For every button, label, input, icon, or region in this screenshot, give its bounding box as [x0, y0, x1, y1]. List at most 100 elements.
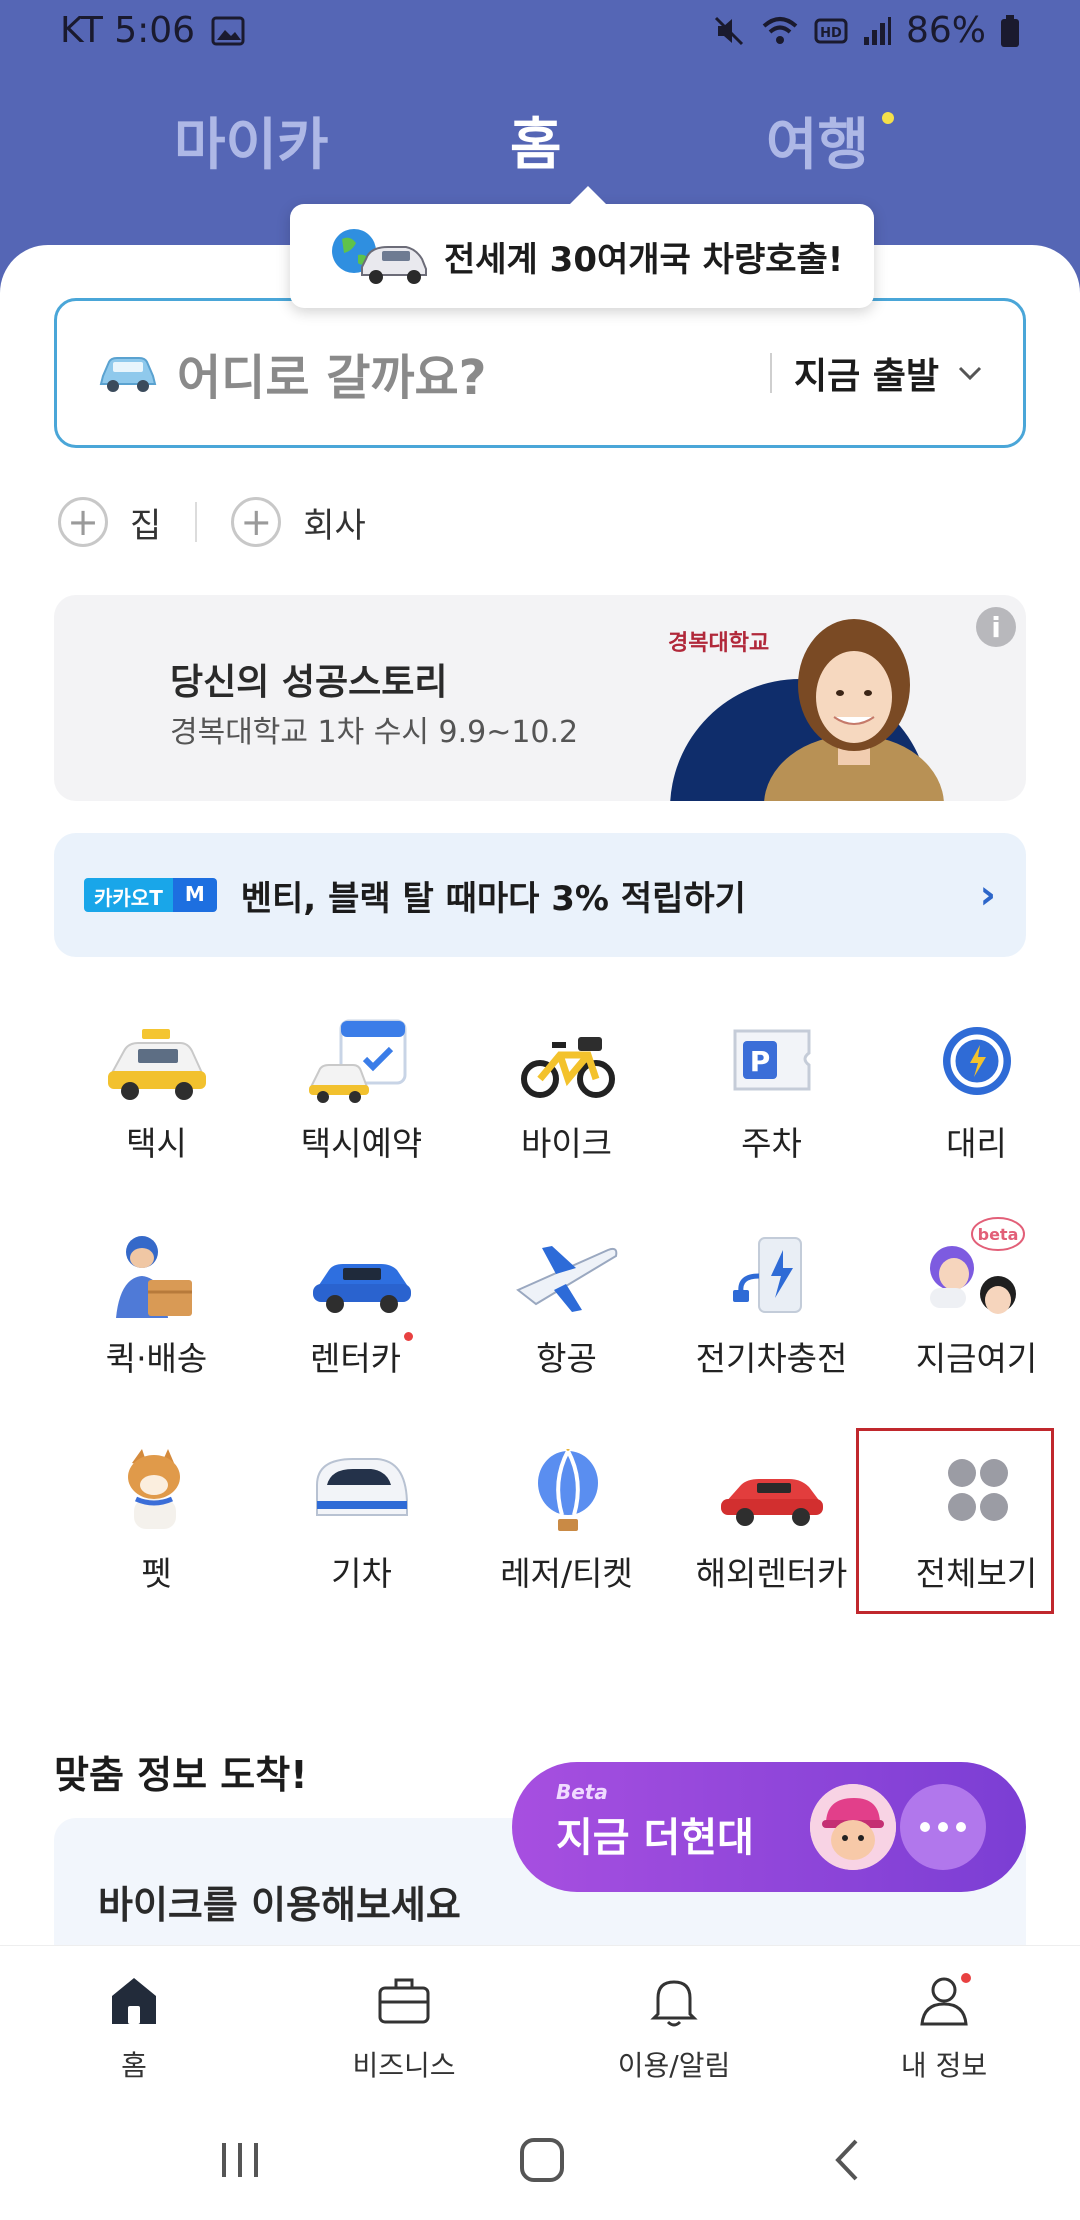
- service-taxi[interactable]: 택시: [54, 995, 259, 1195]
- global-ride-tooltip[interactable]: 전세계 30여개국 차량호출!: [290, 186, 874, 308]
- promo-text: 벤티, 블랙 탈 때마다 3% 적립하기: [240, 878, 746, 919]
- svg-text:P: P: [749, 1045, 770, 1078]
- fab-text: 지금 더현대: [556, 1815, 754, 1861]
- new-dot: [404, 1332, 414, 1341]
- battery-icon: [1001, 14, 1019, 47]
- ad-banner[interactable]: 당신의 성공스토리 경복대학교 1차 수시 9.9~10.2 경복대학교 i: [54, 595, 1026, 801]
- add-work-button[interactable]: + 회사: [231, 497, 366, 547]
- signal-icon: [863, 16, 891, 45]
- system-navigation: [0, 2095, 1080, 2220]
- taxi-reservation-icon: [308, 1019, 406, 1103]
- service-label: 기차: [331, 1554, 392, 1593]
- quick-places: + 집 + 회사: [58, 497, 366, 547]
- service-label: 레저/티켓: [500, 1554, 633, 1593]
- view-all-highlight: [856, 1428, 1054, 1614]
- service-label: 주차: [741, 1124, 802, 1163]
- back-icon[interactable]: [818, 2135, 878, 2185]
- service-delivery[interactable]: 퀵·배송: [54, 1210, 259, 1410]
- beta-badge-text: beta: [977, 1225, 1018, 1244]
- nav-my-info[interactable]: 내 정보: [844, 1970, 1044, 2084]
- promo-banner[interactable]: 카카오T M 벤티, 블랙 탈 때마다 3% 적립하기 ›: [54, 833, 1026, 957]
- nav-business[interactable]: 비즈니스: [304, 1970, 504, 2084]
- home-place-label: 집: [130, 505, 162, 546]
- more-options-button[interactable]: [900, 1784, 986, 1870]
- svg-text:HD: HD: [820, 26, 842, 41]
- tab-travel-new-dot: [882, 112, 894, 124]
- airplane-icon: [515, 1246, 617, 1312]
- service-label: 퀵·배송: [105, 1339, 208, 1378]
- service-chauffeur[interactable]: 대리: [874, 995, 1079, 1195]
- bike-icon: [520, 1037, 615, 1098]
- home-icon: [112, 1978, 156, 2024]
- recent-apps-icon[interactable]: [210, 2135, 270, 2185]
- mute-icon: [714, 16, 744, 45]
- rental-label-text: 렌터카: [309, 1339, 402, 1378]
- hd-icon: HD: [814, 18, 848, 43]
- banner-subtitle: 경복대학교 1차 수시 9.9~10.2: [170, 715, 579, 750]
- train-icon: [315, 1458, 408, 1516]
- service-leisure-ticket[interactable]: 레저/티켓: [464, 1425, 669, 1625]
- service-label: 렌터카: [259, 1332, 464, 1380]
- depart-time-select[interactable]: 지금 출발: [794, 347, 939, 399]
- service-ev-charging[interactable]: 전기차충전: [669, 1210, 874, 1410]
- service-overseas-rental[interactable]: 해외렌터카: [669, 1425, 874, 1625]
- chevron-down-icon[interactable]: [957, 364, 983, 382]
- nav-label: 홈: [121, 2049, 147, 2082]
- wifi-icon: [762, 16, 798, 44]
- service-label: 펫: [141, 1554, 172, 1593]
- service-taxi-reservation[interactable]: 택시예약: [259, 995, 464, 1195]
- kakaot-badge: 카카오T M: [84, 878, 217, 912]
- tab-travel[interactable]: 여행: [766, 100, 869, 181]
- section-title: 맞춤 정보 도착!: [54, 1753, 308, 1797]
- add-home-button[interactable]: + 집: [58, 497, 161, 547]
- hyundai-now-fab[interactable]: Beta 지금 더현대: [512, 1762, 1026, 1892]
- service-parking[interactable]: P 주차: [669, 995, 874, 1195]
- tab-home[interactable]: 홈: [510, 100, 562, 181]
- service-pet[interactable]: 펫: [54, 1425, 259, 1625]
- service-airplane[interactable]: 항공: [464, 1210, 669, 1410]
- tooltip-arrow: [570, 186, 606, 204]
- plus-icon: +: [231, 497, 282, 547]
- badge-right: M: [172, 878, 217, 912]
- plus-icon: +: [58, 497, 108, 547]
- overseas-rental-icon: [720, 1479, 823, 1526]
- nav-notifications[interactable]: 이용/알림: [574, 1970, 774, 2084]
- service-label: 바이크: [520, 1124, 613, 1163]
- search-placeholder: 어디로 갈까요?: [177, 350, 487, 406]
- dot: [938, 1822, 948, 1832]
- now-here-icon: beta: [929, 1217, 1025, 1314]
- character-avatar: [810, 1784, 896, 1870]
- destination-search[interactable]: 어디로 갈까요? 지금 출발: [54, 298, 1026, 448]
- pet-icon: [127, 1449, 180, 1529]
- nav-label: 비즈니스: [352, 2049, 456, 2082]
- status-time: KT 5:06: [60, 10, 196, 51]
- rental-car-icon: [312, 1264, 411, 1313]
- service-rental-car[interactable]: 렌터카: [259, 1210, 464, 1410]
- service-now-here[interactable]: beta 지금여기: [874, 1210, 1079, 1410]
- briefcase-icon: [378, 1978, 430, 2024]
- top-tabs: 마이카 홈 여행: [0, 100, 1080, 190]
- bell-icon: [650, 1980, 698, 2027]
- globe-car-icon: [332, 229, 427, 284]
- dot: [920, 1822, 930, 1832]
- nav-label: 이용/알림: [617, 2049, 731, 2082]
- tooltip-text: 전세계 30여개국 차량호출!: [444, 239, 844, 280]
- service-label: 택시예약: [300, 1124, 423, 1163]
- nav-home[interactable]: 홈: [34, 1970, 234, 2084]
- quick-divider: [195, 502, 198, 542]
- card-title: 바이크를 이용해보세요: [98, 1883, 461, 1927]
- profile-icon: [920, 1973, 971, 2026]
- bottom-navigation: 홈 비즈니스 이용/알림 내 정보: [0, 1945, 1080, 2095]
- search-divider: [769, 353, 772, 393]
- tab-mycar[interactable]: 마이카: [174, 100, 329, 181]
- badge-left: 카카오T: [84, 878, 173, 912]
- service-label: 대리: [946, 1124, 1007, 1163]
- ev-charging-icon: [732, 1237, 802, 1313]
- taxi-icon: [107, 1029, 206, 1100]
- parking-icon: P: [733, 1029, 810, 1091]
- image-notification-icon: [211, 16, 245, 45]
- service-train[interactable]: 기차: [259, 1425, 464, 1625]
- home-button-icon[interactable]: [512, 2135, 572, 2185]
- info-icon[interactable]: i: [976, 607, 1016, 647]
- service-bike[interactable]: 바이크: [464, 995, 669, 1195]
